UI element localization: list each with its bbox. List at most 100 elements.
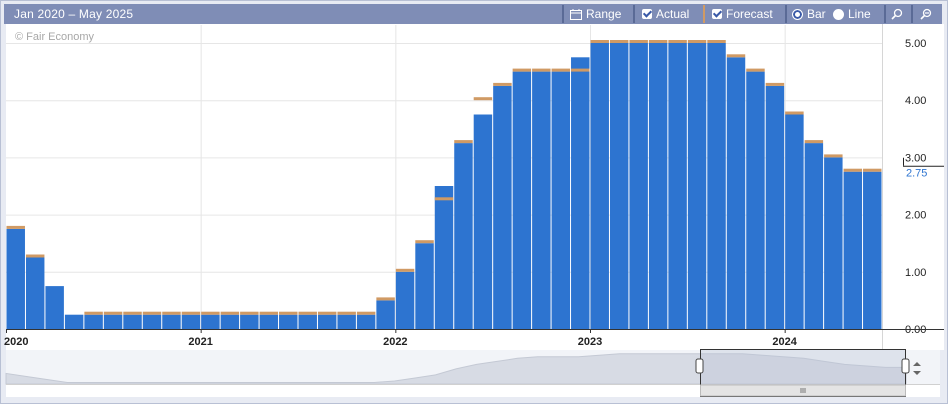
forecast-marker [551, 68, 571, 72]
actual-bar [6, 228, 25, 329]
forecast-marker [279, 311, 298, 315]
actual-bar [493, 85, 512, 330]
forecast-marker [434, 197, 454, 201]
forecast-marker [571, 68, 590, 72]
actual-bar [824, 157, 843, 329]
forecast-marker [337, 311, 356, 315]
forecast-marker [259, 311, 279, 315]
forecast-marker [201, 311, 220, 315]
actual-bar [415, 243, 434, 329]
actual-bar [434, 186, 454, 329]
forecast-marker [493, 82, 512, 86]
actual-bar [765, 85, 785, 330]
actual-bar [843, 171, 863, 329]
actual-bar [571, 57, 590, 330]
forecast-marker [376, 297, 395, 301]
actual-bar [298, 314, 317, 329]
forecast-marker [843, 168, 863, 172]
forecast-marker [395, 268, 415, 272]
actual-bar [473, 114, 493, 329]
actual-bar [590, 43, 609, 329]
forecast-marker [863, 168, 882, 172]
forecast-marker [726, 54, 746, 58]
actual-bar [317, 314, 337, 329]
x-tick-label: 2021 [188, 336, 212, 348]
forecast-marker [454, 140, 473, 144]
actual-bar [201, 314, 220, 329]
forecast-marker [240, 311, 259, 315]
x-tick-label: 2024 [772, 336, 797, 348]
forecast-marker [648, 40, 668, 43]
actual-bar [142, 314, 162, 329]
x-tick-label: 2020 [4, 336, 28, 348]
forecast-marker [220, 311, 240, 315]
forecast-marker [629, 40, 648, 43]
actual-bar [726, 57, 746, 330]
forecast-marker [103, 311, 123, 315]
y-tick-label: 1.00 [905, 267, 926, 279]
actual-bar [123, 314, 142, 329]
forecast-marker [512, 68, 532, 72]
forecast-marker [162, 311, 181, 315]
y-tick-label: 3.00 [905, 152, 926, 164]
actual-bar [687, 43, 707, 329]
actual-bar [240, 314, 259, 329]
forecast-marker [707, 40, 726, 43]
actual-bar [863, 171, 882, 329]
y-tick-label: 4.00 [905, 95, 926, 107]
actual-bar [785, 114, 804, 329]
forecast-marker [25, 254, 45, 258]
actual-bar [337, 314, 356, 329]
actual-bar [395, 271, 415, 329]
actual-bar [84, 314, 103, 329]
actual-bar [454, 143, 473, 329]
actual-bar [162, 314, 181, 329]
forecast-marker [687, 40, 707, 43]
actual-bar [259, 314, 279, 329]
forecast-marker [824, 154, 843, 158]
actual-bar [103, 314, 123, 329]
forecast-marker [609, 40, 629, 43]
actual-bar [629, 43, 648, 329]
actual-bar [668, 43, 687, 329]
actual-bar [279, 314, 298, 329]
actual-bar [181, 314, 201, 329]
forecast-marker [746, 68, 765, 72]
actual-bar [532, 71, 551, 329]
forecast-marker [415, 240, 434, 244]
forecast-marker [142, 311, 162, 315]
chart-svg: 0.001.002.003.004.005.002.752020 2021 2022… [4, 24, 944, 397]
forecast-marker [6, 225, 25, 229]
forecast-marker [590, 40, 609, 43]
navigator-left-handle [695, 358, 704, 374]
forecast-marker [668, 40, 687, 43]
forecast-marker [473, 97, 493, 101]
actual-bar [64, 314, 84, 329]
actual-bar [376, 300, 395, 329]
actual-bar [512, 71, 532, 329]
forecast-marker [532, 68, 551, 72]
forecast-marker [317, 311, 337, 315]
actual-bar [804, 143, 824, 329]
actual-bar [707, 43, 726, 329]
y-tick-label: 5.00 [905, 38, 926, 50]
forecast-marker [356, 311, 376, 315]
actual-bar [220, 314, 240, 329]
forecast-marker [785, 111, 804, 115]
actual-bar [648, 43, 668, 329]
actual-bar [356, 314, 376, 329]
current-value-label: 2.75 [906, 168, 927, 180]
forecast-marker [765, 82, 785, 86]
actual-bar [45, 286, 64, 329]
forecast-marker [181, 311, 201, 315]
actual-bar [609, 43, 629, 329]
y-tick-label: 2.00 [905, 210, 926, 222]
forecast-marker [123, 311, 142, 315]
forecast-marker [84, 311, 103, 315]
x-tick-label: 2023 [578, 336, 602, 348]
actual-bar [551, 71, 571, 329]
navigator-right-handle [901, 358, 910, 374]
forecast-marker [804, 140, 824, 144]
actual-bar [746, 71, 765, 329]
forecast-marker [298, 311, 317, 315]
